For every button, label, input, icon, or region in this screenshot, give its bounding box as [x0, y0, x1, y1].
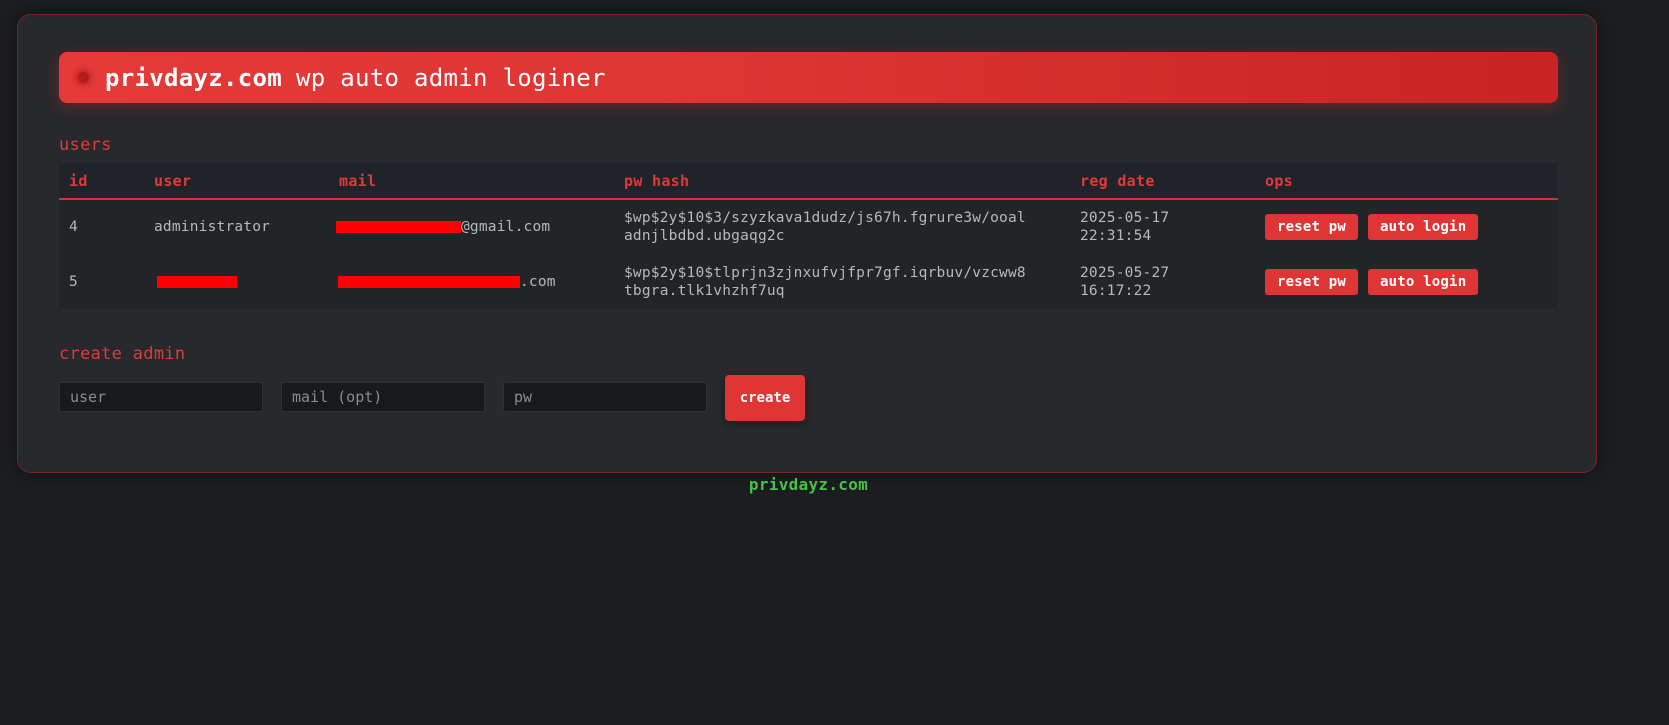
cell-user: administrator	[154, 219, 271, 235]
reg-date: 2025-05-27	[1080, 264, 1170, 281]
column-header-id: id	[59, 163, 144, 200]
pw-input[interactable]	[503, 382, 707, 412]
column-header-pw-hash: pw hash	[614, 163, 1070, 200]
column-header-reg-date: reg date	[1070, 163, 1255, 200]
cell-pw-hash: $wp$2y$10$tlprjn3zjnxufvjfpr7gf.iqrbuv/v…	[614, 254, 1070, 309]
redaction-mark	[336, 221, 461, 233]
column-header-user: user	[144, 163, 329, 200]
pw-hash-line: $wp$2y$10$3/szyzkava1dudz/js67h.fgrure3w…	[624, 210, 1026, 226]
status-dot-icon	[78, 72, 89, 83]
redaction-mark	[157, 275, 237, 288]
reg-time: 16:17:22	[1080, 282, 1152, 299]
pw-hash-line: adnjlbdbd.ubgaqg2c	[624, 228, 785, 244]
reg-date: 2025-05-17	[1080, 210, 1170, 226]
cell-mail: .com	[329, 254, 614, 309]
table-row: 5 .com $wp$2y$10$tlprjn3zjnxufvjfpr7gf.i…	[59, 254, 1558, 309]
header-subtitle: wp auto admin loginer	[296, 63, 606, 92]
user-input[interactable]	[59, 382, 263, 412]
table-header-row: id user mail pw hash reg date ops	[59, 163, 1558, 200]
pw-hash-line: $wp$2y$10$tlprjn3zjnxufvjfpr7gf.iqrbuv/v…	[624, 264, 1026, 281]
cell-ops: reset pw auto login	[1255, 199, 1558, 254]
reset-pw-button[interactable]: reset pw	[1265, 214, 1359, 240]
cell-ops: reset pw auto login	[1255, 254, 1558, 309]
cell-mail: @gmail.com	[329, 199, 614, 254]
auto-login-button[interactable]: auto login	[1368, 214, 1479, 240]
cell-pw-hash: $wp$2y$10$3/szyzkava1dudz/js67h.fgrure3w…	[614, 199, 1070, 254]
pw-hash-line: tbgra.tlk1vhzhf7uq	[624, 282, 785, 299]
cell-user	[144, 254, 329, 309]
mail-input[interactable]	[281, 382, 485, 412]
cell-id: 4	[69, 219, 78, 235]
reg-time: 22:31:54	[1080, 228, 1152, 244]
cell-reg-date: 2025-05-17 22:31:54	[1070, 199, 1255, 254]
create-admin-title: create admin	[59, 344, 186, 364]
mail-visible-text: @gmail.com	[461, 219, 551, 235]
header-brand: privdayz.com	[105, 63, 282, 92]
mail-visible-text: .com	[520, 273, 556, 290]
redaction-mark	[338, 275, 520, 288]
users-table: id user mail pw hash reg date ops 4 admi…	[59, 163, 1558, 309]
header-banner: privdayz.com wp auto admin loginer	[59, 52, 1558, 103]
users-section-title: users	[59, 135, 112, 155]
main-panel: privdayz.com wp auto admin loginer users…	[17, 14, 1597, 473]
table-row: 4 administrator @gmail.com $wp$2y$10$3/s…	[59, 199, 1558, 254]
create-admin-form: create	[59, 373, 805, 421]
create-button[interactable]: create	[725, 375, 805, 421]
cell-reg-date: 2025-05-27 16:17:22	[1070, 254, 1255, 309]
column-header-ops: ops	[1255, 163, 1558, 200]
cell-id: 5	[69, 273, 78, 290]
column-header-mail: mail	[329, 163, 614, 200]
auto-login-button[interactable]: auto login	[1368, 268, 1479, 295]
reset-pw-button[interactable]: reset pw	[1265, 268, 1359, 295]
footer-link[interactable]: privdayz.com	[0, 475, 1617, 494]
